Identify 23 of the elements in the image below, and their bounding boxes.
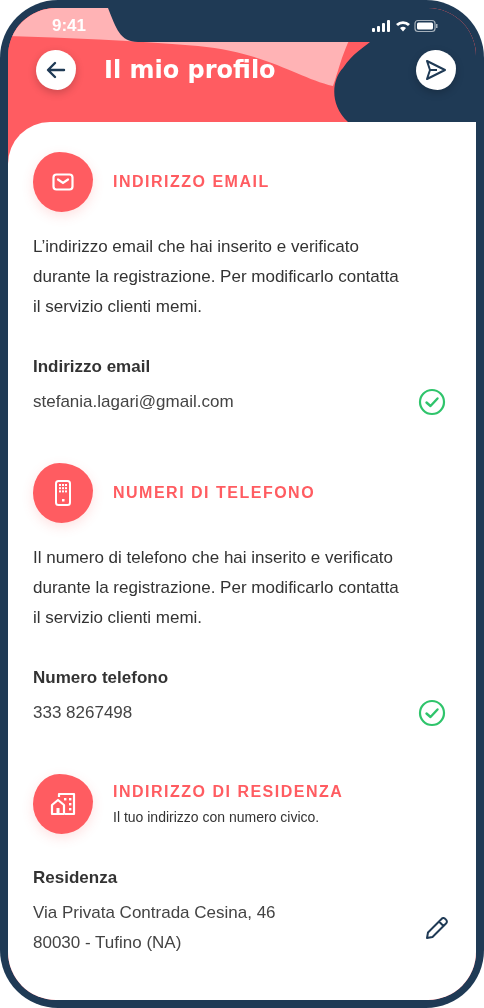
field-label: Indirizzo email xyxy=(33,357,152,377)
field-value: 333 8267498 xyxy=(33,702,133,724)
section-description: Il numero di telefono che hai inserito e verificato durante la registrazione. Per modificarlo contatta il servizio clienti memi. xyxy=(33,547,400,629)
wifi-icon xyxy=(396,21,410,32)
section-title: INDIRIZZO EMAIL xyxy=(113,173,270,191)
field-value: Via Privata Contrada Cesina, 46 80030 - Tufino (NA) xyxy=(33,902,276,954)
send-icon xyxy=(425,59,447,81)
phone-icon xyxy=(55,480,71,506)
field-label: Numero telefono xyxy=(33,668,170,688)
section-title: NUMERI DI TELEFONO xyxy=(113,484,316,502)
arrow-left-icon xyxy=(46,61,66,79)
edit-button[interactable] xyxy=(424,915,450,941)
status-time: 9:41 xyxy=(52,16,87,36)
signal-icon xyxy=(372,20,390,32)
envelope-icon xyxy=(52,173,74,191)
section-subtitle: Il tuo indirizzo con numero civico. xyxy=(113,809,321,825)
section-description: L’indirizzo email che hai inserito e verificato durante la registrazione. Per modificarlo contatta il servizio clienti memi. xyxy=(33,236,400,318)
field-value: stefania.lagari@gmail.com xyxy=(33,391,234,413)
field-label: Residenza xyxy=(33,868,119,888)
battery-icon xyxy=(414,19,438,33)
page-title: Il mio profilo xyxy=(104,56,277,84)
section-title: INDIRIZZO DI RESIDENZA xyxy=(113,783,344,801)
building-icon xyxy=(50,792,76,816)
